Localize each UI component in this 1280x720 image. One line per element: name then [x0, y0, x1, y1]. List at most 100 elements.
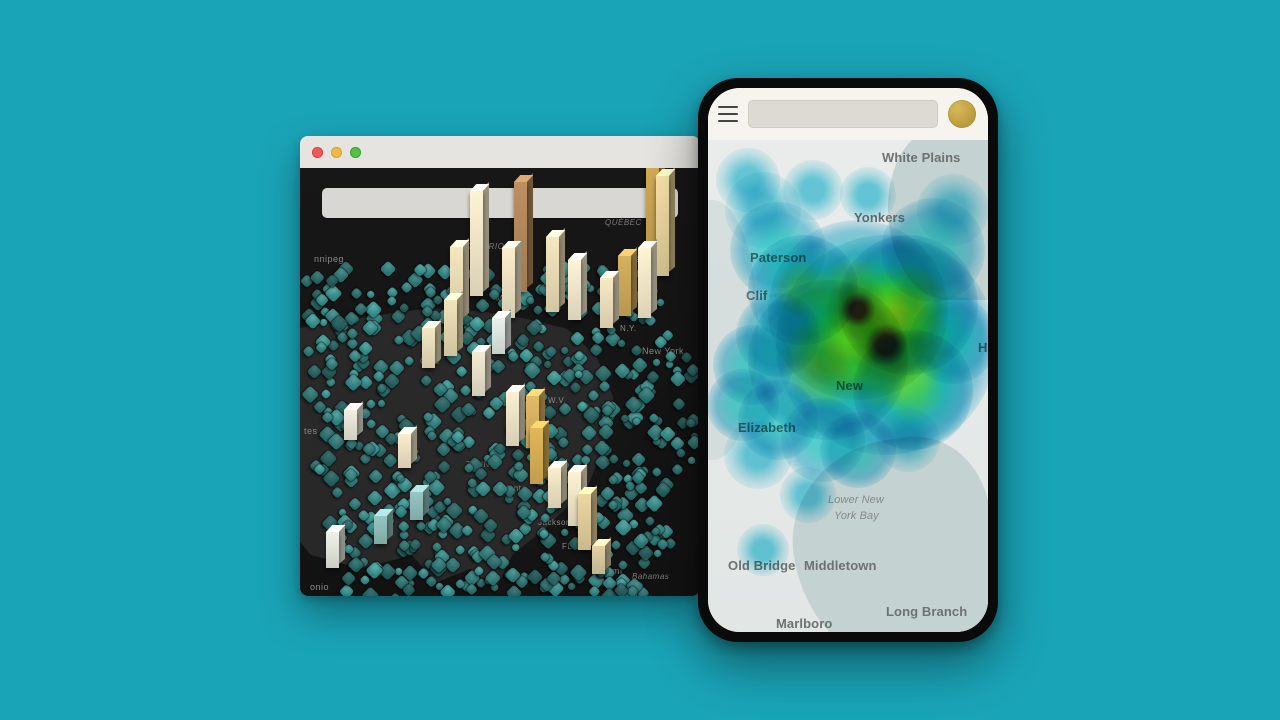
hexbin-cell — [511, 448, 526, 463]
hexbin-cell — [365, 561, 383, 579]
heat-blob — [737, 524, 789, 576]
hexbin-cell — [306, 364, 321, 379]
desktop-map-viewport[interactable]: nnipegONTARIOQUÉBECQuébecOttawaMICH.N.Y.… — [300, 168, 700, 596]
mobile-top-bar — [708, 88, 988, 140]
hexbin-cell — [616, 339, 626, 349]
hexbin-cell — [539, 512, 551, 524]
hexbin-cell — [346, 337, 359, 350]
hexbin-cell — [386, 295, 397, 306]
water-shape — [708, 200, 758, 460]
hexbin-cell — [379, 260, 396, 277]
extruded-bar — [344, 410, 357, 440]
hexbin-cell — [598, 424, 615, 441]
hexbin-3d-layer — [300, 168, 700, 596]
hexbin-cell — [475, 298, 491, 314]
extruded-bar — [492, 318, 505, 354]
menu-icon[interactable] — [718, 106, 738, 122]
hexbin-cell — [346, 327, 358, 339]
hexbin-cell — [610, 540, 622, 552]
hexbin-cell — [559, 346, 570, 357]
heat-blob — [716, 148, 780, 212]
avatar[interactable] — [948, 100, 976, 128]
hexbin-cell — [630, 451, 646, 467]
extruded-bar — [530, 428, 543, 484]
hexbin-cell — [543, 359, 553, 369]
extruded-bar — [656, 176, 669, 276]
hexbin-cell — [617, 559, 628, 570]
extruded-bar — [592, 546, 605, 574]
hexbin-cell — [645, 515, 656, 526]
extruded-bar — [472, 352, 485, 396]
hexbin-cell — [389, 592, 401, 596]
heat-blob — [853, 330, 973, 450]
hexbin-cell — [339, 584, 355, 596]
hexbin-cell — [397, 520, 410, 533]
place-label: Paterson — [750, 250, 806, 265]
mobile-map-viewport[interactable]: White PlainsYonkersPatersonClifHNewEliza… — [708, 140, 988, 632]
hexbin-cell — [348, 497, 362, 511]
place-label: H — [978, 340, 988, 355]
hexbin-cell — [567, 581, 577, 591]
window-zoom-icon[interactable] — [350, 147, 361, 158]
hexbin-cell — [558, 437, 571, 450]
extruded-bar — [506, 392, 519, 446]
extruded-bar — [398, 434, 411, 468]
hexbin-cell — [570, 330, 585, 345]
hexbin-cell — [310, 270, 325, 285]
hexbin-cell — [630, 344, 643, 357]
hexbin-cell — [302, 385, 320, 403]
hexbin-cell — [376, 398, 386, 408]
mobile-device-frame: White PlainsYonkersPatersonClifHNewEliza… — [698, 78, 998, 642]
hexbin-cell — [645, 495, 663, 513]
extruded-bar — [410, 492, 423, 520]
hexbin-cell — [359, 575, 370, 586]
hexbin-cell — [511, 542, 522, 553]
hexbin-cell — [589, 343, 604, 358]
hexbin-cell — [587, 389, 600, 402]
hexbin-cell — [516, 485, 533, 502]
hexbin-cell — [672, 397, 686, 411]
hexbin-cell — [350, 287, 363, 300]
hexbin-cell — [671, 463, 684, 476]
heat-blob — [748, 235, 858, 345]
water-shape — [888, 140, 988, 300]
hexbin-cell — [594, 454, 610, 470]
hexbin-cell — [533, 304, 544, 315]
extruded-bar — [326, 532, 339, 568]
hexbin-cell — [344, 374, 362, 392]
hexbin-cell — [420, 375, 432, 387]
window-minimize-icon[interactable] — [331, 147, 342, 158]
hexbin-cell — [681, 351, 694, 364]
heat-blob — [909, 296, 988, 384]
hexbin-cell — [437, 460, 452, 475]
hexbin-cell — [652, 358, 662, 368]
place-label: Old Bridge — [728, 558, 795, 573]
heat-blob — [783, 160, 843, 220]
hexbin-cell — [557, 402, 571, 416]
window-titlebar — [300, 136, 700, 168]
hexbin-cell — [361, 587, 379, 596]
hexbin-cell — [366, 290, 377, 301]
mobile-search-input[interactable] — [748, 100, 938, 128]
hexbin-cell — [560, 527, 571, 538]
mobile-screen: White PlainsYonkersPatersonClifHNewEliza… — [708, 88, 988, 632]
hexbin-cell — [581, 443, 593, 455]
hexbin-cell — [545, 370, 563, 388]
hexbin-cell — [580, 424, 597, 441]
desktop-map-window: nnipegONTARIOQUÉBECQuébecOttawaMICH.N.Y.… — [300, 136, 700, 596]
hexbin-cell — [368, 469, 384, 485]
extruded-bar — [548, 468, 561, 508]
place-label: Elizabeth — [738, 420, 796, 435]
hexbin-cell — [459, 384, 472, 397]
hexbin-cell — [341, 571, 357, 587]
hexbin-cell — [365, 418, 377, 430]
place-label: New — [836, 378, 863, 393]
hexbin-cell — [595, 364, 613, 382]
extruded-bar — [470, 191, 483, 296]
extruded-bar — [618, 256, 631, 316]
hexbin-cell — [332, 486, 344, 498]
window-close-icon[interactable] — [312, 147, 323, 158]
hexbin-cell — [354, 302, 368, 316]
hexbin-cell — [687, 456, 697, 466]
hexbin-cell — [403, 355, 415, 367]
